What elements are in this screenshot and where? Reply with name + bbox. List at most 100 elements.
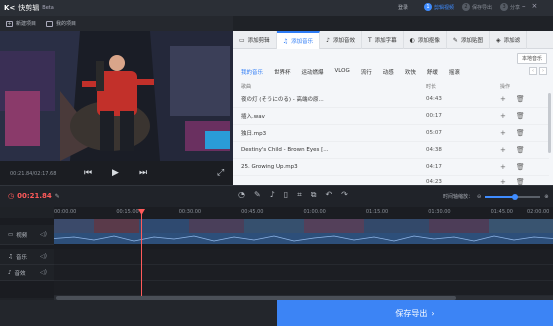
sound-lane[interactable] [54, 265, 553, 281]
resource-panel: ▭ 添加剪辑 ♫ 添加音乐 ♪ 添加音效 T 添加字幕 ◐ 添加抠像 ✎ 添加贴图 ◈ 添加滤… [233, 31, 553, 188]
music-track-icon: ♫ [8, 253, 13, 260]
add-icon[interactable]: + [500, 95, 506, 103]
zoom-in-icon[interactable]: ⊕ [544, 194, 548, 200]
delete-icon[interactable]: 🗑 [516, 112, 525, 120]
volume-icon[interactable]: ◁) [40, 253, 47, 260]
category-item[interactable]: 摇滚 [449, 68, 460, 76]
song-row[interactable]: 25. Growing Up.mp3 04:17 + 🗑 [233, 159, 549, 176]
chevron-left-icon[interactable]: ‹ [529, 67, 537, 75]
edit-tools: ◔ ✎ ♪ ▯ ⌗ ⧉ ↶ ↷ [238, 190, 348, 200]
bell-icon[interactable]: ♪ [270, 190, 275, 200]
text-icon: T [367, 36, 372, 44]
folder-icon [46, 20, 54, 27]
clip-thumbnail [139, 219, 189, 233]
song-name: 独日.mp3 [241, 131, 267, 137]
local-music-button[interactable]: 本地音乐 [516, 53, 547, 64]
undo-icon[interactable]: ↶ [325, 190, 332, 200]
add-icon[interactable]: + [500, 163, 506, 171]
zoom-knob[interactable] [512, 193, 519, 200]
song-list-scrollbar[interactable] [548, 93, 551, 153]
add-icon[interactable]: + [500, 112, 506, 120]
song-row[interactable]: Destiny's Child - Brown Eyes [... 04:38 … [233, 142, 549, 159]
tab-label: 添加贴图 [460, 38, 483, 44]
play-icon[interactable]: ▶ [112, 168, 119, 178]
step-label: 剪辑视频 [434, 4, 455, 11]
ruler-tick: 01:30.00 [428, 209, 451, 215]
trash-icon[interactable]: ▯ [284, 190, 288, 200]
video-track-icon: ▭ [8, 231, 14, 238]
ruler-tick: 01:15.00 [365, 209, 389, 215]
category-item[interactable]: 运动燃爆 [302, 68, 324, 76]
time-ruler[interactable]: 00:00.00 00:15.00 00:30.00 00:45.00 01:00.00… [54, 207, 553, 218]
copy-icon[interactable]: ⧉ [311, 190, 317, 200]
delete-icon[interactable]: 🗑 [516, 95, 525, 103]
redo-icon[interactable]: ↷ [341, 190, 348, 200]
playhead[interactable] [141, 212, 142, 296]
add-icon[interactable]: + [500, 146, 506, 154]
tab-add-filter[interactable]: ◈ 添加滤 [490, 31, 528, 49]
clip-thumbnail [94, 219, 139, 233]
song-name: 25. Growing Up.mp3 [241, 164, 298, 170]
close-icon[interactable]: × [532, 2, 538, 10]
step-label: 保存导出 [472, 4, 493, 11]
volume-icon[interactable]: ◁) [40, 269, 47, 276]
prev-frame-icon[interactable]: ⏮ [84, 168, 92, 178]
tab-add-clip[interactable]: ▭ 添加剪辑 [233, 31, 277, 49]
fullscreen-icon[interactable]: ⤢ [217, 168, 224, 178]
video-preview[interactable] [0, 31, 233, 161]
new-project-label: 新建项目 [16, 21, 37, 27]
new-project-button[interactable]: + 新建项目 [6, 20, 36, 27]
category-item[interactable]: 世界杯 [274, 68, 291, 76]
song-duration: 04:17 [426, 164, 442, 170]
tab-add-sound[interactable]: ♪ 添加音效 [320, 31, 362, 49]
video-clip[interactable] [54, 219, 553, 244]
song-row[interactable]: 插入.wav 00:17 + 🗑 [233, 108, 549, 125]
tab-add-cutout[interactable]: ◐ 添加抠像 [404, 31, 447, 49]
volume-icon[interactable]: ◁) [40, 231, 47, 238]
clip-thumbnail [489, 219, 553, 233]
player-controls: 00:21.84/02:17.68 ⏮ ▶ ⏭ ⤢ [0, 161, 233, 185]
cutout-icon: ◐ [409, 36, 415, 44]
song-duration: 04:23 [426, 178, 442, 185]
add-icon[interactable]: + [500, 129, 506, 137]
category-item[interactable]: VLOG [335, 68, 350, 76]
song-row[interactable]: 夜の灯 (そうにのる) - 高端の原... 04:43 + 🗑 [233, 91, 549, 108]
song-row[interactable]: 独日.mp3 05:07 + 🗑 [233, 125, 549, 142]
current-time: ◷ 00:21.84 ✎ [8, 192, 60, 200]
chevron-right-icon[interactable]: › [539, 67, 547, 75]
app-name: 快剪辑 [18, 4, 40, 12]
export-button[interactable]: 保存导出 › [277, 300, 553, 326]
tab-label: 添加字幕 [374, 38, 397, 44]
delete-icon[interactable]: 🗑 [516, 163, 525, 171]
category-item[interactable]: 舒缓 [427, 68, 438, 76]
speed-icon[interactable]: ◔ [238, 190, 245, 200]
tab-add-sticker[interactable]: ✎ 添加贴图 [447, 31, 490, 49]
tab-add-music[interactable]: ♫ 添加音乐 [276, 31, 321, 49]
ruler-tick: 02:00.00 [527, 209, 550, 215]
next-frame-icon[interactable]: ⏭ [139, 168, 147, 178]
minimize-icon[interactable]: – [522, 2, 526, 10]
login-link[interactable]: 登录 [398, 4, 408, 11]
crop-icon[interactable]: ⌗ [297, 190, 302, 200]
tab-add-subtitle[interactable]: T 添加字幕 [362, 31, 404, 49]
category-my-music[interactable]: 我的音乐 [241, 68, 263, 76]
ruler-tick: 00:00.00 [54, 209, 77, 215]
edit-time-icon[interactable]: ✎ [55, 193, 60, 200]
ruler-tick: 01:00.00 [303, 209, 326, 215]
category-item[interactable]: 流行 [361, 68, 372, 76]
category-item[interactable]: 动感 [383, 68, 394, 76]
zoom-out-icon[interactable]: ⊖ [477, 194, 481, 200]
delete-icon[interactable]: 🗑 [516, 129, 525, 137]
sound-track-icon: ♪ [8, 269, 12, 276]
music-lane[interactable] [54, 249, 553, 265]
clip-thumbnail [244, 219, 304, 233]
tab-label: 添加剪辑 [247, 38, 270, 44]
clip-thumbnail [364, 219, 429, 233]
step-number: 1 [424, 3, 432, 11]
pen-icon[interactable]: ✎ [254, 190, 261, 200]
track-name: 音乐 [15, 254, 27, 261]
my-projects-button[interactable]: 我的项目 [46, 20, 76, 27]
delete-icon[interactable]: 🗑 [516, 146, 525, 154]
zoom-slider[interactable] [485, 193, 541, 200]
category-item[interactable]: 欢快 [405, 68, 416, 76]
